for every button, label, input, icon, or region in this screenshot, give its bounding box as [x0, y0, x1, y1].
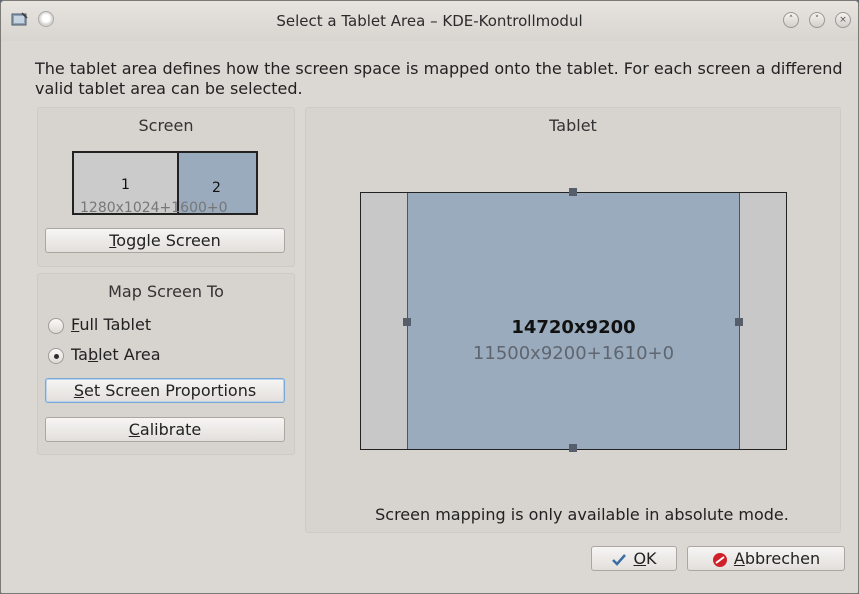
close-button[interactable]: ×: [835, 12, 851, 28]
set-screen-proportions-button[interactable]: Set Screen Proportions: [45, 378, 285, 403]
ok-mnemonic: O: [633, 549, 647, 568]
tablet-group-title: Tablet: [549, 116, 597, 135]
absolute-mode-note: Screen mapping is only available in abso…: [375, 505, 789, 524]
cancel-label: bbrechen: [744, 549, 821, 568]
cancel-mnemonic: A: [733, 549, 745, 568]
screen-2-number: 2: [212, 180, 221, 196]
tablet-area-radio[interactable]: [48, 348, 64, 364]
tablet-area-mnemonic: b: [87, 345, 99, 364]
cancel-icon: [712, 552, 727, 567]
tablet-area-geometry: 11500x9200+1610+0: [472, 343, 675, 364]
tablet-area-text: let Area: [98, 345, 161, 364]
calibrate-button[interactable]: Calibrate: [45, 417, 285, 442]
intro-text: The tablet area defines how the screen s…: [35, 59, 843, 98]
close-icon: ×: [839, 15, 847, 25]
full-tablet-label[interactable]: Full Tablet: [71, 315, 151, 334]
minimize-button[interactable]: ˅: [809, 12, 825, 28]
set-proportions-label: et Screen Proportions: [83, 381, 257, 400]
set-proportions-mnemonic: S: [73, 381, 84, 400]
calibrate-label: alibrate: [139, 420, 202, 439]
screen-1-number: 1: [121, 177, 130, 193]
dialog-window: Select a Tablet Area – KDE-Kontrollmodul…: [0, 0, 859, 594]
toggle-screen-button[interactable]: Toggle Screen: [45, 228, 285, 253]
ok-button[interactable]: OK: [591, 546, 677, 571]
title-bar[interactable]: Select a Tablet Area – KDE-Kontrollmodul…: [1, 1, 858, 41]
resize-handle-bottom[interactable]: [569, 444, 577, 452]
ok-label: K: [646, 549, 657, 568]
chevron-up-icon: ˄: [788, 15, 794, 25]
resize-handle-top[interactable]: [569, 188, 577, 196]
tablet-area-prefix: Ta: [71, 345, 88, 364]
screen-preview: 1 2 1280x1024+1600+0: [72, 151, 258, 216]
toggle-screen-label: oggle Screen: [116, 231, 221, 250]
window-title: Select a Tablet Area – KDE-Kontrollmodul: [276, 12, 583, 30]
tablet-full-size: 14720x9200: [511, 317, 636, 338]
chevron-down-icon: ˅: [814, 15, 820, 25]
full-tablet-text: ull Tablet: [79, 315, 152, 334]
screen-geometry-text: 1280x1024+1600+0: [80, 200, 228, 216]
map-screen-group-title: Map Screen To: [108, 282, 224, 301]
checkmark-icon: [612, 553, 627, 566]
calibrate-mnemonic: C: [128, 420, 140, 439]
cancel-button[interactable]: Abbrechen: [687, 546, 845, 571]
tablet-area-label[interactable]: Tablet Area: [71, 345, 161, 364]
full-tablet-radio[interactable]: [48, 318, 64, 334]
keep-above-button[interactable]: ˄: [783, 12, 799, 28]
radio-selected-dot: [54, 354, 59, 359]
screen-group-title: Screen: [138, 116, 194, 135]
tablet-area-canvas[interactable]: 14720x9200 11500x9200+1610+0: [360, 188, 787, 452]
